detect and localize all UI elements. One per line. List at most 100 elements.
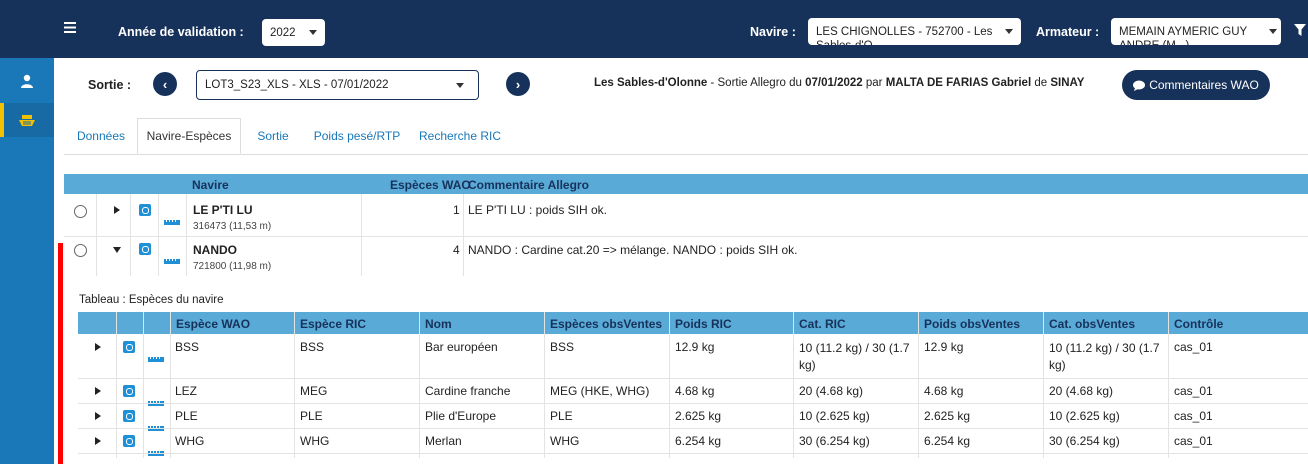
vessel-row[interactable]: NANDO 721800 (11,98 m) 4 NANDO : Cardine… [64, 237, 1308, 277]
species-table-header: Espèce WAO Espèce RIC Nom Espèces obsVen… [78, 312, 1308, 334]
cell-espece-wao: WHG [175, 434, 205, 448]
column-header-navire[interactable]: Navire [192, 178, 229, 192]
collapse-icon[interactable] [113, 247, 121, 253]
document-icon[interactable] [123, 385, 135, 397]
sortie-info-mid: - Sortie Allegro du [707, 77, 806, 89]
column-header-cat-ric[interactable]: Cat. RIC [799, 317, 846, 331]
column-header-espece-ric[interactable]: Espèce RIC [300, 317, 366, 331]
especes-count: 4 [453, 243, 460, 257]
cell-espece-wao: PLE [175, 409, 198, 423]
document-icon[interactable] [123, 410, 135, 422]
navire-value: LES CHIGNOLLES - 752700 - Les Sables-d'O… [816, 26, 993, 45]
document-icon[interactable] [123, 341, 135, 353]
chevron-left-icon: ‹ [162, 76, 168, 92]
hamburger-icon [64, 22, 76, 33]
document-icon[interactable] [123, 435, 135, 447]
species-row[interactable]: LEZ MEG Cardine franche MEG (HKE, WHG) 4… [78, 379, 1308, 406]
cell-poids-ric: 6.254 kg [675, 434, 722, 448]
previous-sortie-button[interactable]: ‹ [153, 72, 177, 96]
column-header-espece-wao[interactable]: Espèce WAO [176, 317, 250, 331]
tab-recherche-ric[interactable]: Recherche RIC [414, 118, 506, 154]
cell-cat-ric: 10 (11.2 kg) / 30 (1.7 kg) [799, 341, 910, 372]
sortie-select[interactable]: LOT3_S23_XLS - XLS - 07/01/2022 [196, 70, 479, 100]
sortie-port: Les Sables-d'Olonne [594, 77, 708, 89]
cell-cat-ric: 20 (4.68 kg) [799, 384, 864, 398]
next-sortie-button[interactable]: › [506, 72, 530, 96]
expand-icon[interactable] [95, 387, 101, 395]
boat-icon [19, 115, 35, 126]
ruler-icon[interactable] [148, 357, 164, 362]
tab-donnees[interactable]: Données [66, 118, 136, 154]
cell-nom: Merlan [425, 434, 462, 448]
cell-poids-obsventes: 6.254 kg [924, 434, 971, 448]
expand-icon[interactable] [95, 437, 101, 445]
vessel-row[interactable]: LE P'TI LU 316473 (11,53 m) 1 LE P'TI LU… [64, 194, 1308, 236]
user-icon [21, 74, 33, 88]
species-row[interactable]: PLE PLE Plie d'Europe PLE 2.625 kg 10 (2… [78, 404, 1308, 431]
tabs-divider [64, 154, 1308, 155]
expand-icon[interactable] [95, 343, 101, 351]
column-header-poids-ric[interactable]: Poids RIC [675, 317, 732, 331]
cell-poids-obsventes: 4.68 kg [924, 384, 964, 398]
ruler-icon[interactable] [164, 220, 180, 225]
year-value: 2022 [270, 26, 296, 39]
column-header-commentaire[interactable]: Commentaire Allegro [468, 178, 589, 192]
tab-sortie[interactable]: Sortie [245, 118, 301, 154]
sortie-label: Sortie : [88, 78, 132, 92]
row-divider [78, 453, 1308, 454]
document-icon[interactable] [139, 204, 151, 216]
document-icon[interactable] [139, 243, 151, 255]
comment-icon [1133, 80, 1146, 91]
rail-user-button[interactable] [0, 64, 54, 98]
column-header-controle[interactable]: Contrôle [1174, 317, 1223, 331]
tab-poids-pese-rtp[interactable]: Poids pesé/RTP [306, 118, 408, 154]
cell-espece-ric: MEG [300, 384, 328, 398]
rail-active-marker [0, 103, 4, 137]
species-row[interactable]: BSS BSS Bar européen BSS 12.9 kg 10 (11.… [78, 334, 1308, 378]
selection-marker [58, 243, 63, 464]
cell-nom: Cardine franche [425, 384, 511, 398]
sortie-info-de: de [1031, 77, 1051, 89]
vessel-id: 721800 (11,98 m) [193, 261, 272, 272]
cell-poids-ric: 4.68 kg [675, 384, 715, 398]
vessel-radio[interactable] [74, 244, 87, 257]
cell-especes-obsventes: PLE [550, 409, 573, 423]
armateur-value: MEMAIN AYMERIC GUY ANDRE (M...) [1119, 26, 1248, 45]
column-header-especes-wao[interactable]: Espèces WAO [390, 178, 471, 192]
vessel-comment: LE P'TI LU : poids SIH ok. [468, 203, 608, 217]
cell-poids-obsventes: 2.625 kg [924, 409, 971, 423]
cell-espece-wao: BSS [175, 340, 200, 354]
sortie-person: MALTA DE FARIAS Gabriel [885, 77, 1032, 89]
armateur-label: Armateur : [1036, 25, 1100, 39]
species-row[interactable]: WHG WHG Merlan WHG 6.254 kg 30 (6.254 kg… [78, 429, 1308, 456]
ruler-icon[interactable] [164, 259, 180, 264]
year-select[interactable]: 2022 [262, 19, 325, 46]
chevron-down-icon [309, 30, 317, 35]
sortie-value: LOT3_S23_XLS - XLS - 07/01/2022 [205, 79, 389, 91]
tab-navire-especes[interactable]: Navire-Espèces [137, 118, 241, 154]
expand-icon[interactable] [95, 412, 101, 420]
cell-nom: Plie d'Europe [425, 409, 497, 423]
cell-especes-obsventes: MEG (HKE, WHG) [550, 384, 650, 398]
rail-boat-button[interactable] [0, 103, 54, 137]
cell-cat-obsventes: 10 (2.625 kg) [1049, 409, 1120, 423]
column-header-nom[interactable]: Nom [425, 317, 452, 331]
column-header-cat-obsventes[interactable]: Cat. obsVentes [1049, 317, 1135, 331]
armateur-select[interactable]: MEMAIN AYMERIC GUY ANDRE (M...) [1111, 18, 1281, 45]
species-table-caption: Tableau : Espèces du navire [79, 294, 224, 306]
cell-controle: cas_01 [1174, 384, 1213, 398]
filter-button[interactable] [1294, 24, 1306, 39]
cell-nom: Bar européen [425, 340, 498, 354]
cell-espece-wao: LEZ [175, 384, 198, 398]
chevron-down-icon [1269, 29, 1277, 34]
especes-count: 1 [453, 203, 460, 217]
navire-select[interactable]: LES CHIGNOLLES - 752700 - Les Sables-d'O… [808, 18, 1021, 45]
comments-wao-button[interactable]: Commentaires WAO [1122, 70, 1270, 100]
expand-icon[interactable] [114, 206, 120, 214]
vessel-radio[interactable] [74, 205, 87, 218]
vessel-id: 316473 (11,53 m) [193, 221, 272, 232]
sortie-info-par: par [862, 77, 886, 89]
column-header-especes-obsventes[interactable]: Espèces obsVentes [550, 317, 662, 331]
menu-button[interactable] [64, 22, 76, 36]
column-header-poids-obsventes[interactable]: Poids obsVentes [924, 317, 1020, 331]
